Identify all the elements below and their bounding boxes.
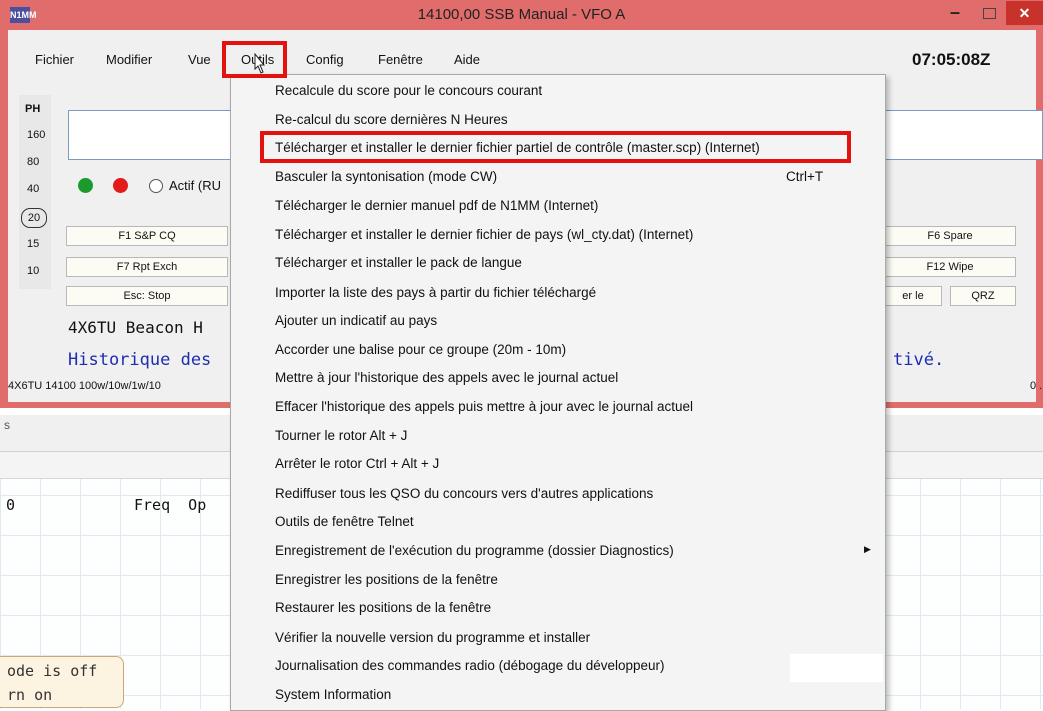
menu-item-label: Arrêter le rotor Ctrl + Alt + J bbox=[275, 456, 440, 471]
menu-item-label: Recalcule du score pour le concours cour… bbox=[275, 83, 543, 98]
menu-item-label: Ajouter un indicatif au pays bbox=[275, 313, 438, 328]
menu-fichier[interactable]: Fichier bbox=[35, 52, 74, 67]
band-10[interactable]: 10 bbox=[27, 265, 39, 277]
menu-item-label: System Information bbox=[275, 687, 392, 702]
menu-item-label: Basculer la syntonisation (mode CW) bbox=[275, 169, 498, 184]
outils-menu-item[interactable]: Importer la liste des pays à partir du f… bbox=[230, 279, 884, 307]
submenu-arrow-icon: ▶ bbox=[864, 544, 871, 554]
mode-notice-box: ode is off rn on bbox=[0, 656, 124, 708]
mode-label: PH bbox=[25, 103, 41, 115]
history-info-text: Historique des bbox=[68, 350, 212, 370]
menu-vue[interactable]: Vue bbox=[188, 52, 211, 67]
fkey-f7[interactable]: F7 Rpt Exch bbox=[66, 257, 228, 277]
menu-item-label: Effacer l'historique des appels puis met… bbox=[275, 399, 694, 414]
fkey-qrz[interactable]: QRZ bbox=[950, 286, 1016, 306]
menu-item-label: Importer la liste des pays à partir du f… bbox=[275, 285, 597, 300]
status-bar-text: 4X6TU 14100 100w/10w/1w/10 bbox=[8, 380, 161, 392]
menu-item-label: Tourner le rotor Alt + J bbox=[275, 428, 408, 443]
fkey-esc[interactable]: Esc: Stop bbox=[66, 286, 228, 306]
log-column-freq-op: Freq Op bbox=[134, 496, 207, 514]
actif-label: Actif (RU bbox=[169, 178, 221, 193]
status-led-green bbox=[78, 178, 93, 193]
menu-item-label: Enregistrement de l'exécution du program… bbox=[275, 543, 674, 558]
outils-menu-item[interactable]: Télécharger et installer le dernier fich… bbox=[230, 221, 884, 249]
menu-bar bbox=[8, 30, 1036, 60]
menu-item-shortcut: Ctrl+T bbox=[786, 169, 824, 184]
menu-item-label: Restaurer les positions de la fenêtre bbox=[275, 600, 492, 615]
menu-item-label: Rediffuser tous les QSO du concours vers… bbox=[275, 486, 654, 501]
fkey-f6[interactable]: F6 Spare bbox=[884, 226, 1016, 246]
band-40[interactable]: 40 bbox=[27, 183, 39, 195]
minimize-button[interactable]: – bbox=[938, 2, 972, 26]
utc-clock: 07:05:08Z bbox=[912, 50, 991, 69]
menu-item-label: Journalisation des commandes radio (débo… bbox=[275, 658, 665, 673]
menu-item-label: Accorder une balise pour ce groupe (20m … bbox=[275, 342, 567, 357]
menu-item-label: Mettre à jour l'historique des appels av… bbox=[275, 370, 619, 385]
outils-menu-item[interactable]: Mettre à jour l'historique des appels av… bbox=[230, 364, 884, 392]
window-title: 14100,00 SSB Manual - VFO A bbox=[417, 6, 626, 23]
notice-line-1: ode is off bbox=[7, 662, 98, 680]
band-80[interactable]: 80 bbox=[27, 156, 39, 168]
outils-menu-item[interactable]: Vérifier la nouvelle version du programm… bbox=[230, 624, 884, 652]
outils-menu-item[interactable]: Enregistrement de l'exécution du program… bbox=[230, 537, 884, 565]
mouse-cursor-icon bbox=[254, 53, 266, 74]
outils-menu-item[interactable]: Télécharger le dernier manuel pdf de N1M… bbox=[230, 192, 884, 220]
log-column-fragment: 0 bbox=[6, 496, 16, 514]
status-led-red bbox=[113, 178, 128, 193]
outils-menu-item[interactable]: Re-calcul du score dernières N Heures bbox=[230, 106, 884, 134]
band-20-selected[interactable]: 20 bbox=[21, 208, 47, 228]
outils-menu-item[interactable]: Accorder une balise pour ce groupe (20m … bbox=[230, 336, 884, 364]
outils-menu-item[interactable]: Enregistrer les positions de la fenêtre bbox=[230, 566, 884, 594]
beacon-info-text: 4X6TU Beacon H bbox=[68, 318, 203, 337]
menu-item-label: Re-calcul du score dernières N Heures bbox=[275, 112, 508, 127]
outils-menu-item[interactable]: System Information bbox=[230, 681, 884, 709]
blank-patch bbox=[790, 654, 883, 682]
menu-item-label: Télécharger le dernier manuel pdf de N1M… bbox=[275, 198, 599, 213]
outils-menu-item[interactable]: Effacer l'historique des appels puis met… bbox=[230, 393, 884, 421]
menu-item-label: Outils de fenêtre Telnet bbox=[275, 514, 414, 529]
menu-item-label: Enregistrer les positions de la fenêtre bbox=[275, 572, 498, 587]
menu-fenetre[interactable]: Fenêtre bbox=[378, 52, 423, 67]
band-15[interactable]: 15 bbox=[27, 238, 39, 250]
outils-menu-item[interactable]: Tourner le rotor Alt + J bbox=[230, 422, 884, 450]
maximize-icon bbox=[983, 8, 996, 19]
maximize-button[interactable] bbox=[972, 2, 1006, 26]
menu-aide[interactable]: Aide bbox=[454, 52, 480, 67]
menu-modifier[interactable]: Modifier bbox=[106, 52, 152, 67]
outils-menu-item[interactable]: Télécharger et installer le pack de lang… bbox=[230, 249, 884, 277]
close-button[interactable]: ✕ bbox=[1006, 1, 1043, 25]
outils-menu-item[interactable]: Ajouter un indicatif au pays bbox=[230, 307, 884, 335]
outils-menu-item[interactable]: Arrêter le rotor Ctrl + Alt + J bbox=[230, 450, 884, 478]
fkey-f12[interactable]: F12 Wipe bbox=[884, 257, 1016, 277]
outils-menu-item[interactable]: Rediffuser tous les QSO du concours vers… bbox=[230, 480, 884, 508]
history-info-text-end: tivé. bbox=[893, 350, 945, 370]
outils-menu-item[interactable]: Journalisation des commandes radio (débo… bbox=[230, 652, 884, 680]
menu-item-label: Vérifier la nouvelle version du programm… bbox=[275, 630, 591, 645]
outils-menu-item[interactable]: Recalcule du score pour le concours cour… bbox=[230, 77, 884, 105]
outils-menu-item[interactable]: Restaurer les positions de la fenêtre bbox=[230, 594, 884, 622]
close-icon: ✕ bbox=[1018, 5, 1031, 21]
menu-item-label: Télécharger et installer le pack de lang… bbox=[275, 255, 522, 270]
notice-line-2: rn on bbox=[7, 686, 53, 704]
fkey-partial[interactable]: er le bbox=[884, 286, 942, 306]
fkey-f1[interactable]: F1 S&P CQ bbox=[66, 226, 228, 246]
outils-menu-item[interactable]: Basculer la syntonisation (mode CW) Ctrl+… bbox=[230, 163, 884, 191]
status-bar-right: 0 . bbox=[1030, 380, 1043, 392]
outils-menu-item[interactable]: Outils de fenêtre Telnet bbox=[230, 508, 884, 536]
master-scp-highlight-box bbox=[260, 131, 851, 163]
menu-config[interactable]: Config bbox=[306, 52, 344, 67]
band-160[interactable]: 160 bbox=[27, 129, 45, 141]
actif-radio[interactable] bbox=[149, 179, 163, 193]
log-tab-fragment: s bbox=[4, 418, 10, 432]
menu-item-label: Télécharger et installer le dernier fich… bbox=[275, 227, 694, 242]
